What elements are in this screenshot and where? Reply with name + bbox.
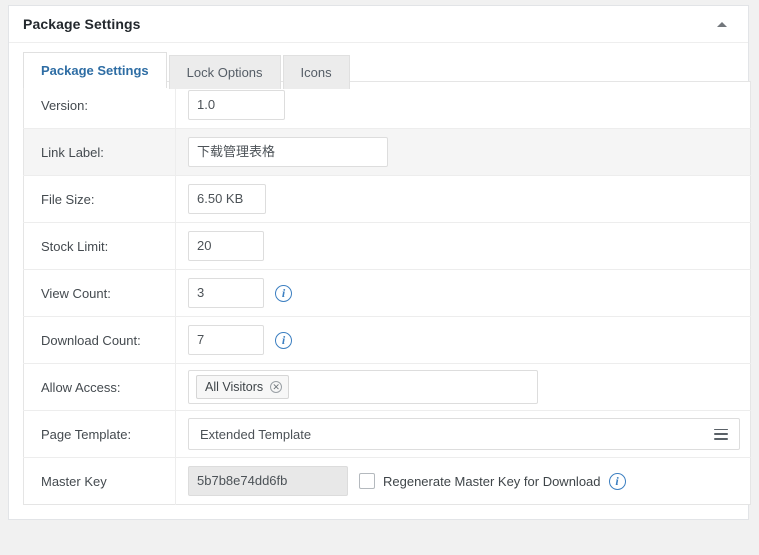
page-template-select[interactable]: Extended Template <box>188 418 740 450</box>
allow-access-multiselect[interactable]: All Visitors ✕ <box>188 370 538 404</box>
cell-stock-limit <box>176 223 751 270</box>
hamburger-menu-icon[interactable] <box>714 429 728 440</box>
label-download-count: Download Count: <box>24 317 176 364</box>
regenerate-master-key-checkbox[interactable] <box>359 473 375 489</box>
cell-master-key: Regenerate Master Key for Download i <box>176 458 751 505</box>
regenerate-master-key-checkbox-group: Regenerate Master Key for Download i <box>359 473 626 490</box>
tag-label: All Visitors <box>205 380 263 394</box>
info-icon[interactable]: i <box>275 285 292 302</box>
file-size-input[interactable] <box>188 184 266 214</box>
caret-up-icon[interactable] <box>712 14 732 34</box>
cell-file-size <box>176 176 751 223</box>
label-link-label: Link Label: <box>24 129 176 176</box>
info-icon[interactable]: i <box>275 332 292 349</box>
table-row-view-count: View Count: i <box>24 270 751 317</box>
table-row-master-key: Master Key Regenerate Master Key for Dow… <box>24 458 751 505</box>
info-icon[interactable]: i <box>609 473 626 490</box>
label-master-key: Master Key <box>24 458 176 505</box>
panel-body: Package Settings Lock Options Icons Vers… <box>9 43 748 519</box>
label-stock-limit: Stock Limit: <box>24 223 176 270</box>
table-row-link-label: Link Label: <box>24 129 751 176</box>
settings-table: Version: Link Label: <box>23 81 751 505</box>
tab-icons[interactable]: Icons <box>283 55 350 89</box>
package-settings-panel: Package Settings Package Settings Lock O… <box>8 5 749 520</box>
label-file-size: File Size: <box>24 176 176 223</box>
remove-circle-icon[interactable]: ✕ <box>270 381 282 393</box>
tab-list: Package Settings Lock Options Icons <box>23 52 748 88</box>
page-template-value: Extended Template <box>200 427 311 442</box>
table-row-file-size: File Size: <box>24 176 751 223</box>
label-version: Version: <box>24 82 176 129</box>
view-count-input[interactable] <box>188 278 264 308</box>
cell-download-count: i <box>176 317 751 364</box>
tab-package-settings[interactable]: Package Settings <box>23 52 167 88</box>
regenerate-master-key-label[interactable]: Regenerate Master Key for Download <box>383 474 601 489</box>
version-input[interactable] <box>188 90 285 120</box>
settings-form: Version: Link Label: <box>9 81 748 505</box>
table-row-page-template: Page Template: Extended Template <box>24 411 751 458</box>
tab-lock-options[interactable]: Lock Options <box>169 55 281 89</box>
caret-shape <box>717 22 727 27</box>
label-allow-access: Allow Access: <box>24 364 176 411</box>
cell-link-label <box>176 129 751 176</box>
cell-page-template: Extended Template <box>176 411 751 458</box>
tag-all-visitors: All Visitors ✕ <box>196 375 289 399</box>
link-label-input[interactable] <box>188 137 388 167</box>
page-title: Package Settings <box>23 15 141 33</box>
table-row-stock-limit: Stock Limit: <box>24 223 751 270</box>
cell-view-count: i <box>176 270 751 317</box>
label-page-template: Page Template: <box>24 411 176 458</box>
cell-allow-access: All Visitors ✕ <box>176 364 751 411</box>
label-view-count: View Count: <box>24 270 176 317</box>
master-key-input[interactable] <box>188 466 348 496</box>
tab-bar: Package Settings Lock Options Icons <box>9 43 748 81</box>
panel-header: Package Settings <box>9 6 748 43</box>
stock-limit-input[interactable] <box>188 231 264 261</box>
table-row-version: Version: <box>24 82 751 129</box>
download-count-input[interactable] <box>188 325 264 355</box>
table-row-download-count: Download Count: i <box>24 317 751 364</box>
table-row-allow-access: Allow Access: All Visitors ✕ <box>24 364 751 411</box>
